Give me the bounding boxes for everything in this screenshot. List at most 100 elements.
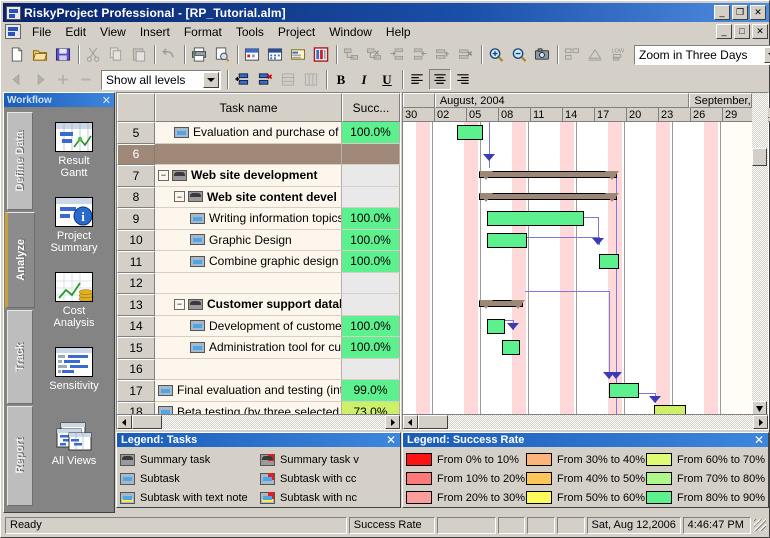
sidebar-tab-define-data[interactable]: Define Data	[7, 112, 33, 210]
table-row[interactable]: 15Administration tool for cu100.0%	[117, 337, 400, 359]
print-preview-button[interactable]	[211, 44, 233, 65]
vscroll-thumb[interactable]	[752, 148, 767, 166]
workflow-item-cost-analysis[interactable]: Cost Analysis	[35, 272, 113, 329]
scroll-left-button[interactable]	[403, 415, 418, 429]
row-number-cell[interactable]: 8	[117, 187, 155, 209]
nav-back-button[interactable]	[6, 69, 28, 90]
row-number-cell[interactable]: 18	[117, 402, 155, 416]
copy-button[interactable]	[105, 44, 127, 65]
table-row[interactable]: 10Graphic Design100.0%	[117, 230, 400, 252]
scroll-right-button[interactable]	[753, 415, 768, 429]
success-rate-cell[interactable]	[342, 359, 400, 381]
close-button[interactable]: ✕	[750, 5, 766, 20]
close-icon[interactable]: ✕	[386, 433, 396, 447]
hscroll-thumb[interactable]	[418, 415, 448, 429]
gantt-task-bar[interactable]	[502, 340, 520, 355]
success-rate-cell[interactable]	[342, 187, 400, 209]
row-number-cell[interactable]: 7	[117, 165, 155, 187]
row-number-cell[interactable]: 13	[117, 294, 155, 316]
table-row[interactable]: 13−Customer support datab	[117, 294, 400, 316]
task-grid[interactable]: Task name Succ... 5Evaluation and purcha…	[116, 92, 401, 430]
task-name-cell[interactable]: Combine graphic design	[155, 251, 342, 273]
sidebar-tab-analyze[interactable]: Analyze	[5, 212, 35, 308]
task-name-cell[interactable]: Final evaluation and testing (interna	[155, 380, 342, 402]
gantt-task-bar[interactable]	[609, 383, 639, 398]
menu-window[interactable]: Window	[322, 23, 379, 41]
task-name-cell[interactable]: Development of custome	[155, 316, 342, 338]
task-name-cell[interactable]	[155, 359, 342, 381]
row-number-cell[interactable]: 11	[117, 251, 155, 273]
task-name-cell[interactable]: Graphic Design	[155, 230, 342, 252]
task-name-cell[interactable]	[155, 273, 342, 295]
table-row[interactable]: 16	[117, 359, 400, 381]
align-center-button[interactable]	[429, 69, 451, 90]
row-number-cell[interactable]: 14	[117, 316, 155, 338]
column-header-success[interactable]: Succ...	[342, 93, 400, 122]
success-rate-cell[interactable]: 73.0%	[342, 402, 400, 416]
table-row[interactable]: 14Development of custome100.0%	[117, 316, 400, 338]
cut-button[interactable]	[82, 44, 104, 65]
working-calendar-button[interactable]	[264, 44, 286, 65]
success-rate-cell[interactable]: 100.0%	[342, 316, 400, 338]
task-name-cell[interactable]: −Customer support datab	[155, 294, 342, 316]
gantt-summary-bar[interactable]	[479, 171, 617, 178]
task-grid-hscrollbar[interactable]	[117, 414, 400, 429]
align-right-button[interactable]	[452, 69, 474, 90]
italic-button[interactable]: I	[353, 69, 375, 90]
gantt-task-bar[interactable]	[457, 125, 483, 140]
menu-format[interactable]: Format	[177, 23, 229, 41]
gantt-task-bar[interactable]	[487, 211, 584, 226]
success-rate-cell[interactable]: 100.0%	[342, 251, 400, 273]
gantt-task-bar[interactable]	[487, 319, 505, 334]
delete-task-button[interactable]	[455, 44, 477, 65]
align-left-button[interactable]	[406, 69, 428, 90]
sidebar-tab-track[interactable]: Track	[7, 310, 33, 404]
success-rate-cell[interactable]: 100.0%	[342, 337, 400, 359]
task-name-cell[interactable]: Beta testing (by three selected clier	[155, 402, 342, 416]
column-header-task-name[interactable]: Task name	[155, 93, 342, 122]
zoom-out-button[interactable]	[508, 44, 530, 65]
gantt-bars-area[interactable]	[403, 122, 768, 415]
workflow-item-project-summary[interactable]: i Project Summary	[35, 197, 113, 254]
row-number-cell[interactable]: 16	[117, 359, 155, 381]
hide-subtasks-button[interactable]	[254, 69, 276, 90]
child-minimize-button[interactable]: _	[716, 24, 732, 39]
table-row[interactable]: 11Combine graphic design100.0%	[117, 251, 400, 273]
row-number-cell[interactable]: 17	[117, 380, 155, 402]
resources-button[interactable]	[287, 44, 309, 65]
task-name-cell[interactable]	[155, 144, 342, 166]
menu-project[interactable]: Project	[271, 23, 322, 41]
row-number-cell[interactable]: 10	[117, 230, 155, 252]
success-rate-cell[interactable]	[342, 144, 400, 166]
bold-button[interactable]: B	[330, 69, 352, 90]
table-row[interactable]: 17Final evaluation and testing (interna9…	[117, 380, 400, 402]
grid-rows-button[interactable]	[277, 69, 299, 90]
gantt-summary-bar[interactable]	[479, 193, 617, 200]
row-number-cell[interactable]: 6	[117, 144, 155, 166]
low-level-button[interactable]: LOW	[607, 44, 629, 65]
task-name-cell[interactable]: −Web site content devel	[155, 187, 342, 209]
workflow-item-result-gantt[interactable]: Result Gantt	[35, 122, 113, 179]
row-number-cell[interactable]: 5	[117, 122, 155, 144]
zoom-in-button[interactable]	[485, 44, 507, 65]
success-rate-cell[interactable]	[342, 294, 400, 316]
insert-task-button[interactable]	[432, 44, 454, 65]
distribution-button[interactable]	[584, 44, 606, 65]
child-close-button[interactable]: ✕	[752, 24, 768, 39]
table-row[interactable]: 12	[117, 273, 400, 295]
task-name-cell[interactable]: Writing information topics	[155, 208, 342, 230]
grid-columns-button[interactable]	[300, 69, 322, 90]
success-rate-cell[interactable]: 100.0%	[342, 122, 400, 144]
gantt-task-bar[interactable]	[487, 233, 527, 248]
row-number-cell[interactable]: 15	[117, 337, 155, 359]
expand-button[interactable]	[52, 69, 74, 90]
workflow-item-all-views[interactable]: All Views	[35, 422, 113, 467]
sidebar-tab-report[interactable]: Report	[7, 406, 33, 506]
gantt-hscrollbar[interactable]	[403, 414, 768, 429]
restore-button[interactable]: ❐	[732, 5, 748, 20]
table-row[interactable]: 8−Web site content devel	[117, 187, 400, 209]
menu-file[interactable]: File	[25, 23, 58, 41]
menu-tools[interactable]: Tools	[229, 23, 271, 41]
table-row[interactable]: 7−Web site development	[117, 165, 400, 187]
hscroll-track[interactable]	[162, 415, 385, 429]
